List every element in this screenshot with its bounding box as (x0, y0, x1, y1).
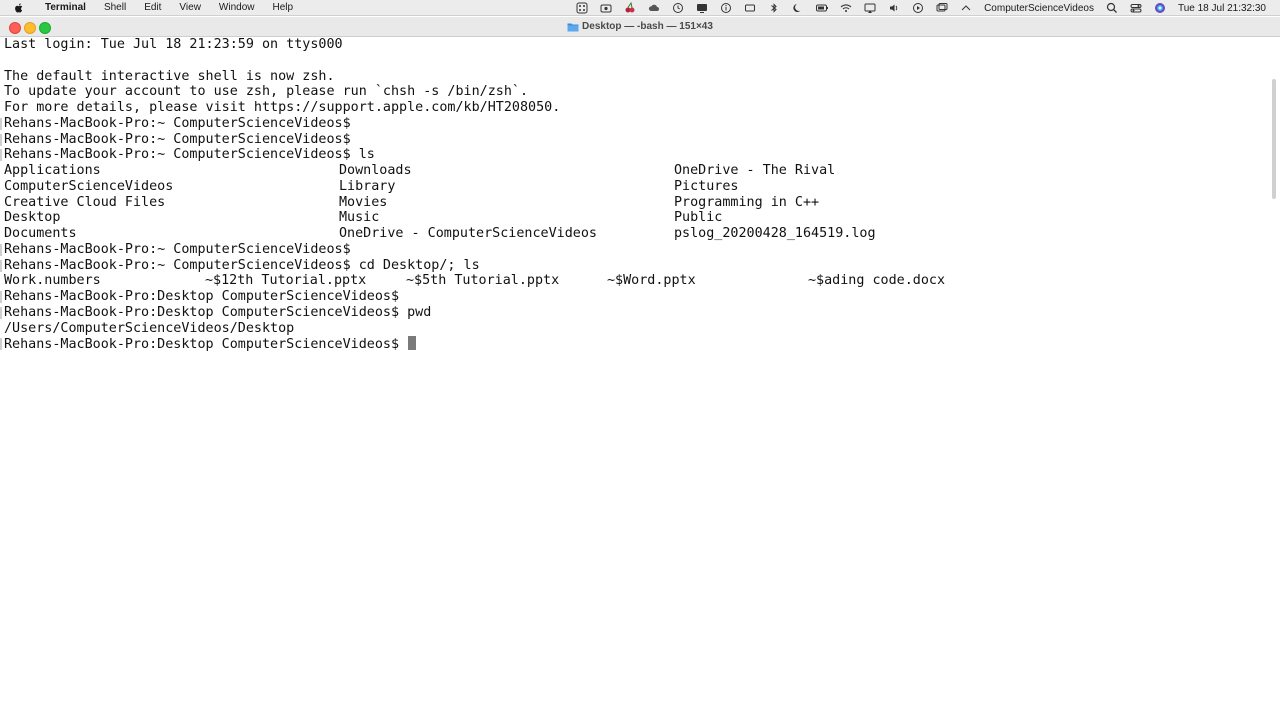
scrollbar[interactable] (1272, 79, 1276, 199)
terminal-line: To update your account to use zsh, pleas… (4, 84, 560, 100)
line-text: Rehans-MacBook-Pro:~ ComputerScienceVide… (4, 131, 351, 147)
cherry-icon[interactable] (623, 2, 637, 14)
moon-icon[interactable] (791, 2, 805, 14)
ls-entry: Documents (4, 226, 77, 241)
play-icon[interactable] (911, 2, 925, 14)
display-icon[interactable] (695, 2, 709, 14)
prompt-marker (0, 259, 2, 272)
wifi-icon[interactable] (839, 2, 853, 14)
prompt-marker (0, 243, 2, 256)
terminal-line: ComputerScienceVideos Library Pictures (4, 178, 739, 195)
siri-icon[interactable] (1153, 2, 1167, 14)
prompt-marker (0, 291, 2, 303)
terminal-line: Last login: Tue Jul 18 21:23:59 on ttys0… (4, 37, 560, 53)
ls-entry: Work.numbers (4, 273, 101, 289)
window-titlebar[interactable]: Desktop — -bash — 151×43 (0, 17, 1280, 37)
cloud-icon[interactable] (647, 2, 661, 14)
ls-entry: Downloads (339, 163, 412, 178)
terminal-line: Desktop Music Public (4, 210, 722, 226)
ls-entry: ~$12th Tutorial.pptx (205, 273, 367, 289)
search-icon[interactable] (1105, 2, 1119, 14)
control-center-icon[interactable] (1129, 2, 1143, 14)
menubar-username[interactable]: ComputerScienceVideos (984, 3, 1094, 14)
line-text: /Users/ComputerScienceVideos/Desktop (4, 320, 295, 336)
terminal-line: Applications Downloads OneDrive - The Riva… (4, 163, 835, 179)
ls-entry: pslog_20200428_164519.log (674, 226, 876, 241)
line-text: Rehans-MacBook-Pro:~ ComputerScienceVide… (4, 147, 375, 163)
menu-window[interactable]: Window (210, 0, 264, 16)
menubar-clock[interactable]: Tue 18 Jul 21:32:30 (1178, 3, 1266, 14)
line-text: For more details, please visit https://s… (4, 100, 561, 115)
ls-entry: Pictures (674, 178, 739, 194)
line-text: Rehans-MacBook-Pro:Desktop ComputerScien… (4, 304, 432, 320)
ls-entry: OneDrive - ComputerScienceVideos (339, 226, 597, 241)
menu-app-terminal[interactable]: Terminal (33, 0, 95, 16)
ls-entry: ~$ading code.docx (808, 273, 946, 289)
menu-help[interactable]: Help (264, 0, 303, 16)
terminal-line: Work.numbers ~$12th Tutorial.pptx ~$5th Tu… (4, 273, 945, 289)
menu-bar: Terminal Shell Edit View Window Help Com… (0, 0, 1280, 16)
terminal-line: Rehans-MacBook-Pro:~ ComputerScienceVide… (0, 131, 560, 148)
line-text: Rehans-MacBook-Pro:Desktop ComputerScien… (4, 337, 408, 353)
terminal-line: Rehans-MacBook-Pro:Desktop ComputerScien… (0, 336, 560, 353)
prompt-marker (0, 306, 2, 319)
terminal-line: Documents OneDrive - ComputerScienceVideo… (4, 226, 876, 242)
ls-entry: Creative Cloud Files (4, 194, 166, 210)
time-machine-icon[interactable] (671, 2, 685, 14)
screen-record-icon[interactable] (599, 2, 613, 14)
terminal-line: Rehans-MacBook-Pro:~ ComputerScienceVide… (0, 115, 560, 132)
ls-entry: Applications (4, 163, 101, 178)
terminal-line: Creative Cloud Files Movies Programming in… (4, 194, 819, 211)
terminal-line: Rehans-MacBook-Pro:Desktop ComputerScien… (0, 304, 560, 321)
line-text: Rehans-MacBook-Pro:Desktop ComputerScien… (4, 289, 400, 304)
ls-entry: Programming in C++ (674, 194, 820, 210)
ls-entry: Movies (339, 194, 388, 210)
ls-entry: Desktop (4, 210, 61, 226)
rectangle-icon[interactable] (743, 2, 757, 14)
window-title: Desktop — -bash — 151×43 (0, 17, 1280, 36)
screen-mirroring-icon[interactable] (863, 2, 877, 14)
grid-icon[interactable] (575, 2, 589, 14)
ls-entry: ~$Word.pptx (607, 273, 696, 289)
ls-entry: ~$5th Tutorial.pptx (406, 273, 560, 289)
terminal-line: /Users/ComputerScienceVideos/Desktop (4, 321, 560, 337)
terminal-view[interactable]: Last login: Tue Jul 18 21:23:59 on ttys0… (0, 37, 1280, 720)
menu-edit[interactable]: Edit (135, 0, 170, 16)
terminal-line: The default interactive shell is now zsh… (4, 69, 560, 85)
prompt-marker (0, 133, 2, 146)
prompt-marker (0, 149, 2, 162)
terminal-line: Rehans-MacBook-Pro:~ ComputerScienceVide… (0, 147, 560, 163)
terminal-line: Rehans-MacBook-Pro:~ ComputerScienceVide… (0, 241, 560, 258)
prompt-marker (0, 338, 2, 351)
line-text: The default interactive shell is now zsh… (4, 68, 335, 84)
line-text: Last login: Tue Jul 18 21:23:59 on ttys0… (4, 37, 343, 52)
ls-entry: OneDrive - The Rival (674, 163, 836, 178)
bluetooth-icon[interactable] (767, 2, 781, 14)
text-cursor (408, 336, 417, 351)
ls-entry: Music (339, 210, 380, 226)
window-title-text: Desktop — -bash — 151×43 (582, 21, 713, 32)
volume-icon[interactable] (887, 2, 901, 14)
menu-view[interactable]: View (170, 0, 210, 16)
ls-entry: ComputerScienceVideos (4, 178, 174, 194)
terminal-output: Last login: Tue Jul 18 21:23:59 on ttys0… (0, 37, 945, 353)
ls-entry: Public (674, 210, 723, 226)
menu-shell[interactable]: Shell (95, 0, 135, 16)
line-text: Rehans-MacBook-Pro:~ ComputerScienceVide… (4, 241, 351, 257)
line-text: Rehans-MacBook-Pro:~ ComputerScienceVide… (4, 115, 351, 131)
menu-extra-icon[interactable] (959, 2, 973, 14)
line-text: Rehans-MacBook-Pro:~ ComputerScienceVide… (4, 257, 480, 273)
window-icon[interactable] (935, 2, 949, 14)
battery-icon[interactable] (815, 2, 829, 14)
prompt-marker (0, 117, 2, 130)
folder-icon (567, 22, 579, 32)
apple-icon[interactable] (13, 1, 27, 15)
terminal-line: Rehans-MacBook-Pro:Desktop ComputerScien… (0, 289, 560, 305)
line-text: To update your account to use zsh, pleas… (4, 84, 529, 100)
info-icon[interactable] (719, 2, 733, 14)
terminal-line: For more details, please visit https://s… (4, 100, 560, 116)
terminal-line: Rehans-MacBook-Pro:~ ComputerScienceVide… (0, 257, 560, 274)
ls-entry: Library (339, 178, 396, 194)
